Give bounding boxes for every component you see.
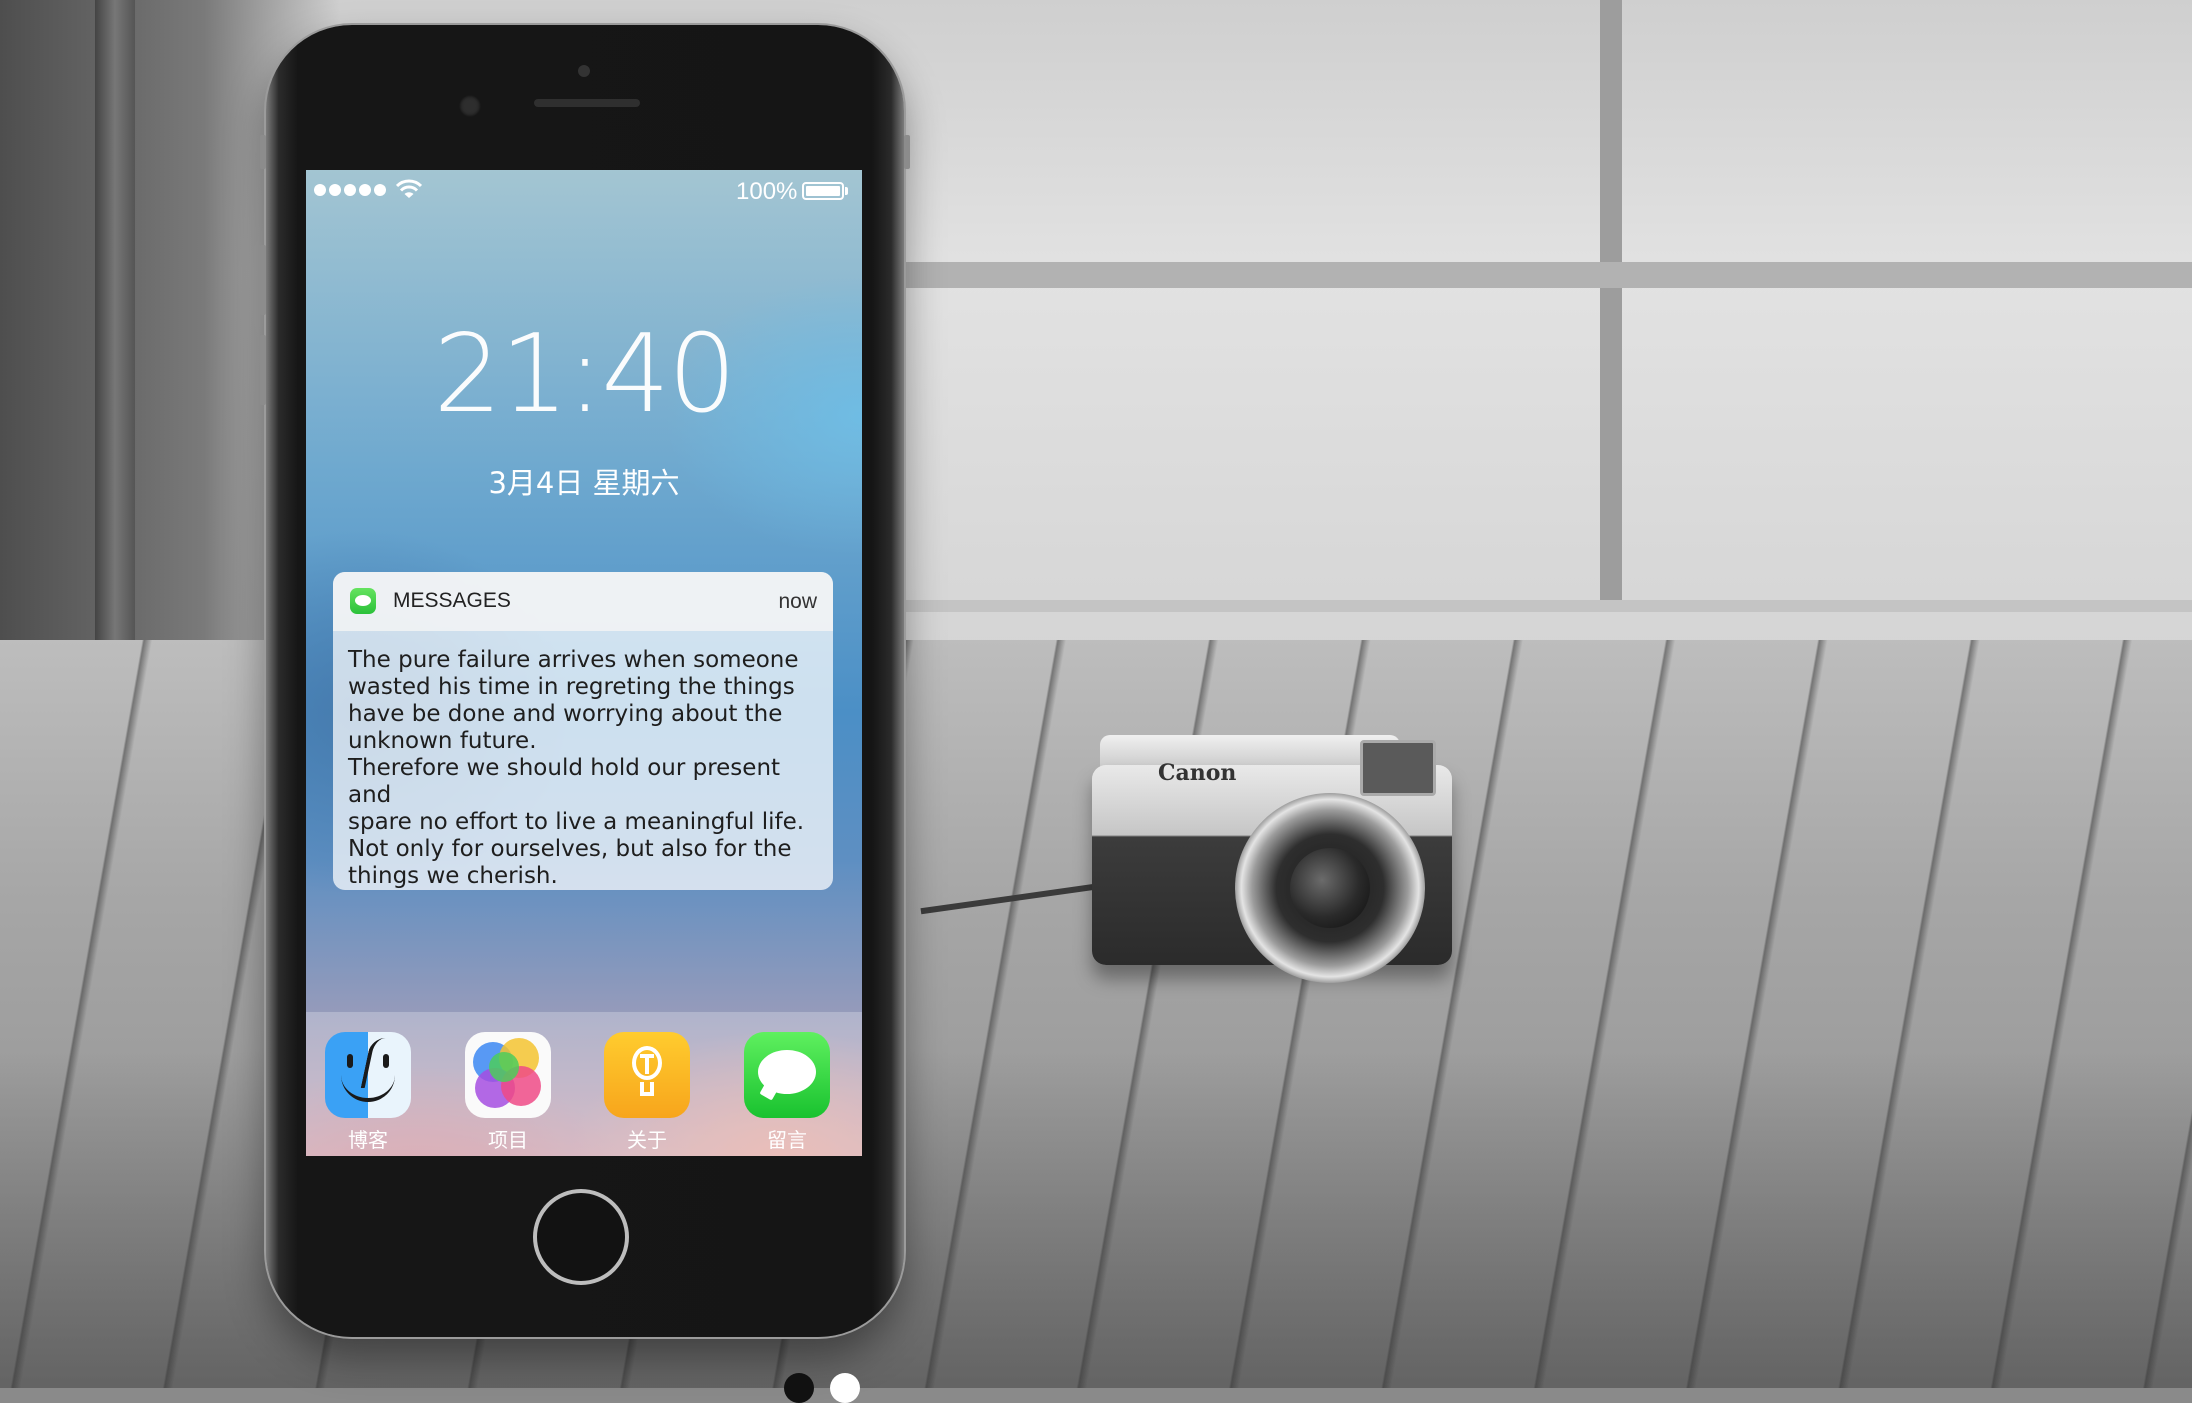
pager-dot-active[interactable]: [784, 1373, 814, 1403]
signal-strength-icon: [314, 184, 386, 196]
notification-app-name: MESSAGES: [393, 589, 511, 612]
notification-line: things we cherish.: [348, 863, 558, 889]
mute-switch: [260, 135, 266, 169]
battery-full-icon: [802, 182, 844, 200]
dock-item-projects[interactable]: 项目: [463, 1032, 553, 1153]
home-button[interactable]: [533, 1189, 629, 1285]
background-post: [1600, 0, 1622, 600]
game-center-icon[interactable]: [465, 1032, 551, 1118]
volume-up-button: [260, 245, 266, 315]
app-dock: 博客 项目 关于 留言: [306, 1012, 862, 1156]
notification-line: wasted his time in regreting the things: [348, 674, 795, 700]
dock-label: 项目: [488, 1128, 528, 1152]
slide-pager: [784, 1373, 860, 1403]
battery-tip: [845, 187, 848, 195]
notification-line: The pure failure arrives when someone: [348, 647, 799, 673]
camera-brand: Canon: [1158, 760, 1237, 786]
notification-header: MESSAGES now: [333, 572, 833, 631]
dock-label: 博客: [348, 1128, 388, 1152]
iphone-mockup: 100% 21:40 3月4日 星期六 MESSAGES now The pur…: [260, 25, 910, 1337]
phone-screen: 100% 21:40 3月4日 星期六 MESSAGES now The pur…: [306, 170, 862, 1156]
dock-item-messages[interactable]: 留言: [742, 1032, 832, 1153]
notification-time: now: [778, 590, 817, 613]
pager-dot[interactable]: [830, 1373, 860, 1403]
notification-line: have be done and worrying about the: [348, 701, 783, 727]
dock-item-blog[interactable]: 博客: [323, 1032, 413, 1153]
messages-app-icon: [350, 588, 376, 614]
lock-screen-time: 21:40: [433, 312, 736, 437]
background-rail: [900, 600, 2192, 612]
earpiece-speaker: [534, 99, 640, 107]
finder-icon[interactable]: [325, 1032, 411, 1118]
messages-icon[interactable]: [744, 1032, 830, 1118]
front-camera: [459, 95, 481, 117]
dock-item-about[interactable]: 关于: [602, 1032, 692, 1153]
wifi-icon: [396, 179, 422, 198]
dock-label: 留言: [767, 1128, 807, 1152]
messages-notification[interactable]: MESSAGES now The pure failure arrives wh…: [333, 572, 833, 890]
proximity-sensor: [578, 65, 590, 77]
notification-body: The pure failure arrives when someone wa…: [333, 631, 833, 890]
status-bar: 100%: [306, 170, 862, 210]
lock-screen-date: 3月4日 星期六: [488, 466, 680, 500]
camera-viewfinder: [1360, 740, 1436, 796]
camera-photo: Canon: [920, 705, 1470, 990]
battery-percent: 100%: [736, 178, 798, 205]
notification-line: spare no effort to live a meaningful lif…: [348, 809, 805, 835]
dock-label: 关于: [627, 1128, 667, 1152]
notification-line: Therefore we should hold our present and: [348, 755, 781, 808]
background-rail: [900, 262, 2192, 288]
camera-lens-glass: [1290, 848, 1370, 928]
power-button: [904, 135, 910, 169]
notification-line: unknown future.: [348, 728, 537, 754]
notification-line: Not only for ourselves, but also for the: [348, 836, 792, 862]
volume-down-button: [260, 335, 266, 405]
lightbulb-icon[interactable]: [604, 1032, 690, 1118]
